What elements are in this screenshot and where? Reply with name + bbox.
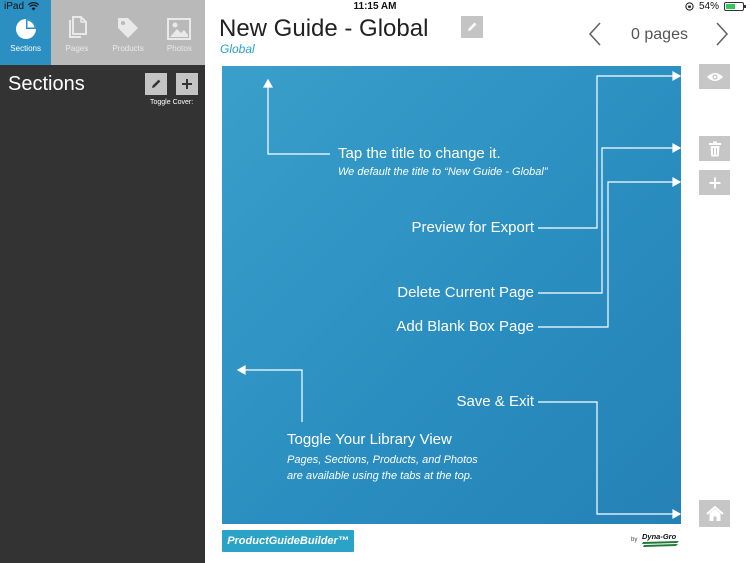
preview-text: Preview for Export — [411, 219, 534, 236]
toggle-cover-label: Toggle Cover: — [150, 99, 194, 106]
eye-icon — [706, 72, 723, 81]
home-icon — [705, 505, 724, 521]
clock: 11:15 AM — [353, 1, 397, 12]
up-arrow-head — [262, 78, 274, 88]
delete-line — [538, 147, 673, 294]
delete-text: Delete Current Page — [397, 284, 534, 301]
page-count: 0 pages — [631, 26, 688, 43]
plus-icon — [709, 177, 720, 188]
edit-sections-button[interactable] — [145, 73, 167, 95]
preview-export-button[interactable] — [699, 64, 730, 89]
orientation-lock-icon — [685, 2, 694, 11]
title-tip-line — [267, 86, 330, 155]
toggle-library-text: Toggle Your Library View — [287, 431, 452, 448]
title-tip-text: Tap the title to change it. — [338, 145, 501, 162]
tab-label: Pages — [65, 44, 89, 53]
guide-subtitle: Global — [220, 42, 255, 56]
dyna-gro-logo: Dyna-Gro — [642, 532, 679, 547]
delete-page-button[interactable] — [699, 136, 730, 161]
toggle-library-subtext-2: are available using the tabs at the top. — [287, 470, 473, 482]
page-canvas[interactable]: Tap the title to change it. We default t… — [222, 66, 681, 524]
photo-icon — [167, 18, 192, 40]
sidebar: Sections Pages Products Photos Sections … — [0, 0, 205, 563]
save-exit-button[interactable] — [699, 500, 730, 527]
battery-icon — [724, 2, 746, 11]
sections-header: Sections Toggle Cover: — [0, 65, 205, 110]
next-page-button[interactable] — [715, 22, 729, 51]
save-exit-line — [538, 401, 673, 515]
add-section-button[interactable] — [176, 73, 198, 95]
trash-icon — [708, 141, 721, 156]
save-exit-text: Save & Exit — [456, 393, 534, 410]
previous-page-button[interactable] — [588, 22, 602, 51]
add-blank-text: Add Blank Box Page — [396, 318, 534, 335]
guide-title[interactable]: New Guide - Global — [219, 15, 428, 43]
by-label: by — [631, 537, 638, 543]
left-arrow-head — [236, 364, 246, 376]
pie-chart-icon — [15, 19, 36, 39]
add-blank-arrow-head — [672, 176, 681, 188]
delete-arrow-head — [672, 142, 681, 154]
add-blank-line — [538, 181, 673, 328]
pencil-icon — [468, 22, 477, 31]
tab-label: Sections — [10, 44, 41, 53]
save-exit-arrow-head — [672, 508, 681, 520]
add-blank-page-button[interactable] — [699, 170, 730, 195]
product-guide-builder-logo: ProductGuideBuilder™ — [222, 530, 354, 552]
tab-label: Photos — [166, 44, 192, 53]
plus-icon — [182, 79, 192, 89]
tab-label: Products — [112, 44, 144, 53]
tag-icon — [118, 18, 139, 38]
pencil-icon — [152, 79, 161, 88]
pages-icon — [68, 16, 87, 38]
toggle-library-line — [244, 369, 303, 422]
maker-logo-text: Dyna-Gro — [642, 532, 677, 541]
status-bar: iPad 11:15 AM 54% — [0, 0, 750, 14]
preview-arrow-head — [672, 70, 681, 82]
preview-line — [538, 75, 673, 229]
battery-percent: 54% — [698, 1, 719, 12]
edit-title-button[interactable] — [461, 16, 483, 38]
chevron-left-icon — [588, 22, 601, 46]
sections-title: Sections — [8, 73, 85, 95]
title-tip-subtext: We default the title to “New Guide - Glo… — [338, 166, 548, 178]
chevron-right-icon — [716, 22, 729, 46]
toggle-library-subtext-1: Pages, Sections, Products, and Photos — [287, 454, 478, 466]
